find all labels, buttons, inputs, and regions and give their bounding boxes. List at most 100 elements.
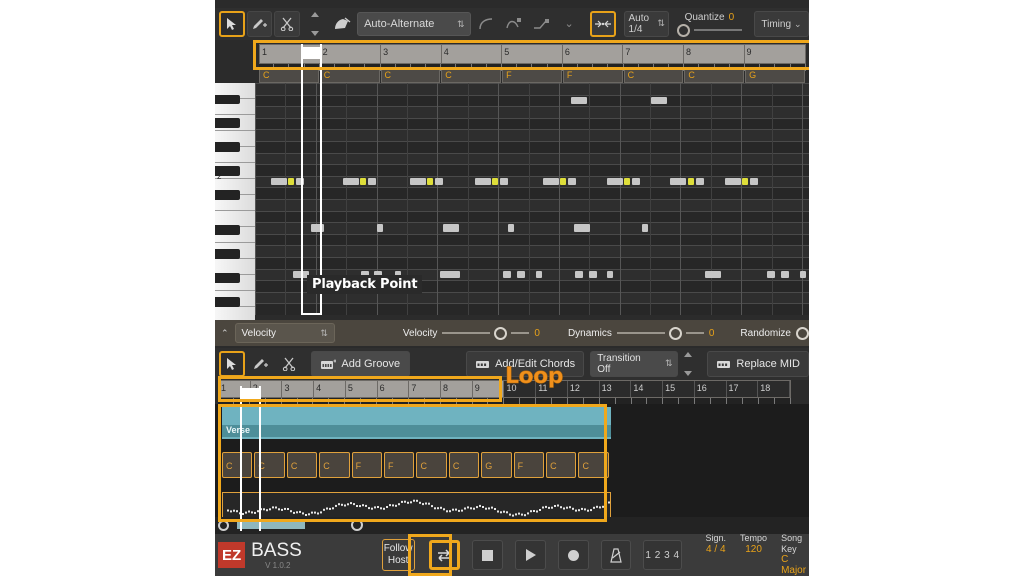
midi-note[interactable] [642,224,648,232]
midi-note[interactable] [440,270,460,279]
horizontal-scrollbar-thumb[interactable] [237,521,305,529]
midi-note[interactable] [560,177,566,186]
ruler-bar-8[interactable]: 8 [684,45,745,63]
midi-note[interactable] [271,177,287,186]
ruler-bar-9[interactable]: 9 [745,45,806,63]
snap-button[interactable] [589,11,616,37]
midi-note[interactable] [368,177,376,186]
midi-note[interactable] [800,270,806,279]
song-select-tool-button[interactable] [219,351,245,377]
auto-quantize-select[interactable]: Auto 1/4 ⇅ [623,11,669,37]
midi-note[interactable] [589,270,597,279]
midi-note[interactable] [742,177,748,186]
song-ruler-bar-5[interactable]: 5 [346,381,378,397]
hammer-on-button[interactable] [501,11,527,37]
song-playhead-right[interactable] [259,386,261,531]
midi-note[interactable] [688,177,694,186]
ruler-bar-2[interactable]: 2 [321,45,382,63]
midi-note[interactable] [607,270,613,279]
loop-button[interactable] [428,540,460,570]
midi-note[interactable] [427,177,433,186]
midi-note[interactable] [607,177,623,186]
metronome-button[interactable] [600,540,632,570]
play-button[interactable] [514,540,546,570]
song-cut-tool-button[interactable] [277,351,303,377]
ruler-bar-4[interactable]: 4 [442,45,503,63]
midi-note[interactable] [575,270,583,279]
midi-note[interactable] [343,177,359,186]
record-button[interactable] [557,540,589,570]
select-tool-button[interactable] [219,11,245,37]
chord-cell[interactable]: F [562,67,623,83]
black-key[interactable] [215,273,240,284]
midi-note[interactable] [705,270,721,279]
ruler-bar-6[interactable]: 6 [563,45,624,63]
song-chord-box[interactable]: C [578,452,609,478]
black-key[interactable] [215,190,240,201]
song-chord-box[interactable]: C [416,452,447,478]
chord-cell[interactable]: C [380,67,441,83]
ruler-bar-5[interactable]: 5 [502,45,563,63]
song-scrollbar-row[interactable] [215,517,809,534]
cut-tool-button[interactable] [274,11,300,37]
playhead-flag[interactable] [301,47,320,59]
midi-note[interactable] [508,224,514,232]
song-playhead-left[interactable] [240,386,242,531]
song-chord-box[interactable]: G [481,452,512,478]
piano-keyboard[interactable]: 2 [215,83,255,323]
stop-button[interactable] [471,540,503,570]
velocity-lane-select[interactable]: Velocity ⇅ [234,323,335,343]
midi-note[interactable] [571,96,587,105]
midi-note[interactable] [500,177,508,186]
zoom-out-handle[interactable] [218,520,229,531]
chord-cell[interactable]: C [623,67,684,83]
song-key-info[interactable]: Song Key C Major [781,533,809,576]
midi-note[interactable] [574,224,590,232]
song-playhead-flag[interactable] [240,388,259,399]
song-chord-box[interactable]: F [384,452,415,478]
time-signature-info[interactable]: Sign. 4 / 4 [706,533,727,576]
song-ruler-bar-16[interactable]: 16 [694,381,727,397]
randomize-group[interactable]: Randomize [740,326,809,340]
midi-note[interactable] [410,177,426,186]
draw-tool-button[interactable] [246,11,273,37]
piano-roll-ruler[interactable]: 123456789 [259,44,806,64]
count-in-button[interactable]: 1 2 3 4 [643,540,682,570]
black-key[interactable] [215,118,240,129]
quantize-slider[interactable] [676,23,742,37]
midi-note[interactable] [725,177,741,186]
black-key[interactable] [215,225,240,236]
song-chord-box[interactable]: C [546,452,577,478]
midi-note[interactable] [360,177,366,186]
midi-note[interactable] [443,224,459,232]
midi-note[interactable] [767,270,775,279]
midi-note[interactable] [517,270,525,279]
song-ruler-bar-9[interactable]: 9 [473,381,505,397]
zoom-in-handle[interactable] [351,519,363,531]
ruler-bar-7[interactable]: 7 [623,45,684,63]
midi-note[interactable] [311,224,324,232]
play-style-select[interactable]: Auto-Alternate ⇅ [357,12,472,36]
timing-button[interactable]: Timing ⌄ [753,11,809,37]
follow-host-button[interactable]: Follow Host [381,539,415,571]
midi-note[interactable] [536,270,542,279]
octave-stepper[interactable] [302,11,328,37]
chord-cell[interactable]: F [502,67,562,83]
midi-note[interactable] [651,96,667,105]
midi-note[interactable] [696,177,704,186]
song-ruler-bar-18[interactable]: 18 [758,381,790,397]
song-draw-tool-button[interactable] [248,351,274,377]
song-ruler-bar-17[interactable]: 17 [726,381,759,397]
song-ruler-bar-4[interactable]: 4 [314,381,346,397]
velocity-slider-group[interactable]: Velocity 0 [403,326,540,340]
bass-waveform[interactable] [222,492,611,520]
midi-note[interactable] [632,177,640,186]
song-region-verse[interactable]: Verse [222,407,611,439]
song-ruler-bar-6[interactable]: 6 [378,381,410,397]
transition-select[interactable]: Transition Off ⇅ [590,351,678,377]
song-ruler-bar-14[interactable]: 14 [631,381,664,397]
chevron-double-up-icon[interactable]: ⌃ [221,328,229,338]
midi-note[interactable] [750,177,758,186]
song-ruler-bar-12[interactable]: 12 [567,381,600,397]
song-chord-box[interactable]: F [513,452,545,478]
